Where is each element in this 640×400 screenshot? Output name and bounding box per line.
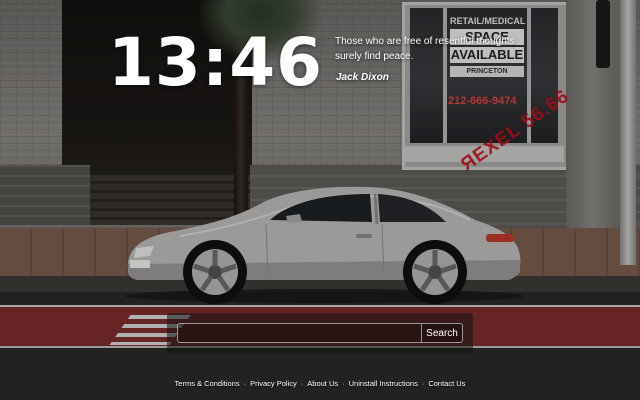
search-input[interactable]: [177, 323, 421, 343]
terms-link[interactable]: Terms & Conditions: [175, 379, 240, 388]
search-bar: Search: [167, 313, 473, 353]
quote-author: Jack Dixon: [336, 72, 389, 83]
footer-separator: ·: [300, 379, 304, 388]
footer-links: Terms & Conditions · Privacy Policy · About …: [0, 379, 640, 388]
footer-separator: ·: [421, 379, 425, 388]
footer-separator: ·: [342, 379, 345, 388]
uninstall-instructions-link[interactable]: Uninstall Instructions: [349, 379, 418, 388]
contact-us-link[interactable]: Contact Us: [428, 379, 465, 388]
clock-time: 13:46: [108, 24, 324, 101]
privacy-policy-link[interactable]: Privacy Policy: [250, 379, 297, 388]
footer-separator: ·: [243, 379, 247, 388]
about-us-link[interactable]: About Us: [307, 379, 338, 388]
search-button[interactable]: Search: [421, 323, 463, 343]
quote-text: Those who are free of resentful thoughts…: [335, 36, 515, 62]
